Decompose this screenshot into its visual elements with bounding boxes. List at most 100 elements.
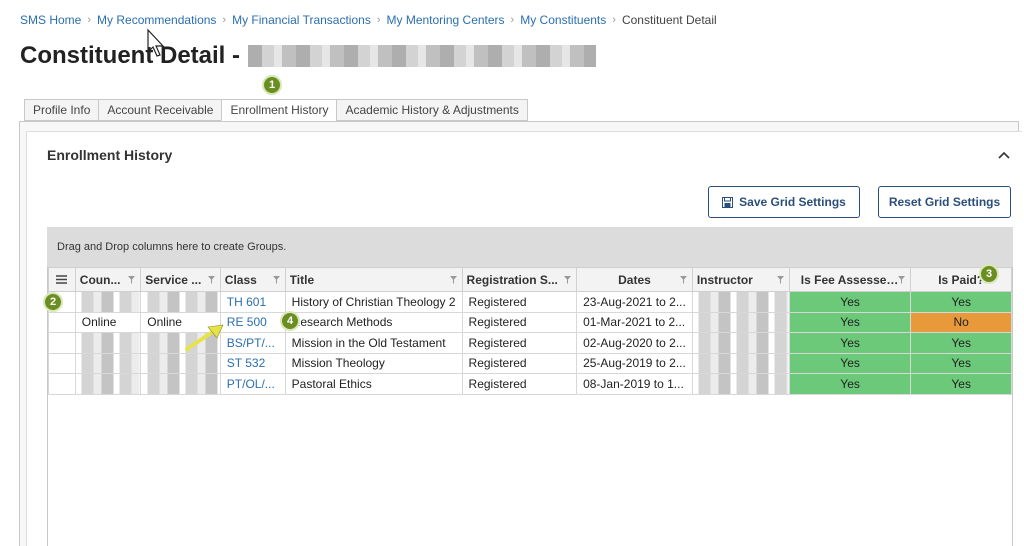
page-title: Constituent Detail - xyxy=(20,42,596,70)
annotation-badge-2: 2 xyxy=(43,292,63,312)
cell-service xyxy=(140,373,221,395)
save-grid-settings-button[interactable]: Save Grid Settings xyxy=(708,186,860,218)
cell-county: Online xyxy=(74,311,142,333)
redacted-name xyxy=(248,45,596,67)
column-header-county[interactable]: Coun... xyxy=(74,267,142,292)
cell-county xyxy=(74,352,142,374)
cell-dates: 25-Aug-2019 to 2... xyxy=(576,352,693,374)
breadcrumb-my-constituents[interactable]: My Constituents xyxy=(520,13,606,27)
breadcrumb-current: Constituent Detail xyxy=(621,13,717,27)
cell-county xyxy=(74,332,142,354)
cell-dates: 01-Mar-2021 to 2... xyxy=(576,311,693,333)
reset-grid-settings-button[interactable]: Reset Grid Settings xyxy=(878,186,1011,218)
cell-class-link[interactable]: RE 500 xyxy=(219,311,286,333)
column-menu-header[interactable] xyxy=(48,267,76,292)
table-row[interactable]: ST 532 Mission Theology Registered 25-Au… xyxy=(48,352,1012,374)
cell-title: Mission in the Old Testament xyxy=(284,332,463,354)
reset-grid-settings-label: Reset Grid Settings xyxy=(888,195,1001,209)
breadcrumb-my-financial-transactions[interactable]: My Financial Transactions xyxy=(232,13,371,27)
column-header-label: Is Fee Assessed? xyxy=(800,272,900,287)
filter-icon[interactable] xyxy=(207,276,215,284)
row-selector[interactable] xyxy=(48,352,76,374)
breadcrumb-separator: › xyxy=(222,14,227,26)
cell-paid: Yes xyxy=(910,291,1012,313)
table-header-row: Coun... Service ... Class Title Registra… xyxy=(48,267,1012,292)
row-selector[interactable] xyxy=(48,311,76,333)
column-header-label: Service ... xyxy=(145,272,202,287)
cell-fee-assessed: Yes xyxy=(788,373,912,395)
tab-academic-history[interactable]: Academic History & Adjustments xyxy=(336,99,528,121)
page-title-text: Constituent Detail - xyxy=(20,42,240,69)
menu-icon[interactable] xyxy=(56,274,68,284)
filter-icon[interactable] xyxy=(898,276,906,284)
column-header-label: Class xyxy=(224,272,257,287)
enrollment-grid: Coun... Service ... Class Title Registra… xyxy=(47,267,1013,546)
group-drop-zone[interactable]: Drag and Drop columns here to create Gro… xyxy=(47,227,1013,267)
breadcrumb-my-mentoring-centers[interactable]: My Mentoring Centers xyxy=(387,13,505,27)
row-selector[interactable] xyxy=(48,332,76,354)
cell-registration: Registered xyxy=(461,373,578,395)
filter-icon[interactable] xyxy=(679,276,687,284)
cell-class-link[interactable]: TH 601 xyxy=(219,291,286,313)
filter-icon[interactable] xyxy=(272,276,280,284)
cell-instructor xyxy=(691,291,790,313)
cell-registration: Registered xyxy=(461,291,578,313)
row-selector[interactable] xyxy=(48,373,76,395)
table-row[interactable]: TH 601 History of Christian Theology 2 R… xyxy=(48,291,1012,313)
filter-icon[interactable] xyxy=(776,276,784,284)
cell-county xyxy=(74,373,142,395)
column-header-dates[interactable]: Dates xyxy=(576,267,693,292)
cell-class-link[interactable]: PT/OL/... xyxy=(219,373,286,395)
filter-icon[interactable] xyxy=(564,276,572,284)
cell-service xyxy=(140,352,221,374)
tab-account-receivable[interactable]: Account Receivable xyxy=(98,99,222,121)
breadcrumb-my-recommendations[interactable]: My Recommendations xyxy=(97,13,216,27)
column-header-registration[interactable]: Registration S... xyxy=(461,267,578,292)
cell-title: Mission Theology xyxy=(284,352,463,374)
annotation-badge-4: 4 xyxy=(280,311,300,331)
chevron-up-icon[interactable] xyxy=(998,150,1010,160)
tab-profile-info[interactable]: Profile Info xyxy=(24,99,99,121)
cell-class-link[interactable]: BS/PT/... xyxy=(219,332,286,354)
save-grid-settings-label: Save Grid Settings xyxy=(739,195,846,209)
column-header-label: Coun... xyxy=(79,272,121,287)
annotation-badge-1: 1 xyxy=(262,75,282,95)
column-header-class[interactable]: Class xyxy=(219,267,286,292)
annotation-arrow-icon xyxy=(185,324,224,351)
section-title: Enrollment History xyxy=(47,147,173,163)
column-header-service[interactable]: Service ... xyxy=(140,267,221,292)
cell-instructor xyxy=(691,373,790,395)
cell-registration: Registered xyxy=(461,352,578,374)
cell-instructor xyxy=(691,352,790,374)
column-header-fee-assessed[interactable]: Is Fee Assessed? xyxy=(788,267,912,292)
table-row[interactable]: PT/OL/... Pastoral Ethics Registered 08-… xyxy=(48,373,1012,395)
tab-enrollment-history[interactable]: Enrollment History xyxy=(221,99,337,121)
cell-fee-assessed: Yes xyxy=(788,352,912,374)
save-icon xyxy=(722,196,734,208)
cell-paid: Yes xyxy=(910,352,1012,374)
filter-icon[interactable] xyxy=(128,276,136,284)
cell-fee-assessed: Yes xyxy=(788,311,912,333)
cell-class-link[interactable]: ST 532 xyxy=(219,352,286,374)
breadcrumb-separator: › xyxy=(87,14,92,26)
breadcrumb-sms-home[interactable]: SMS Home xyxy=(20,13,81,27)
cell-title: Research Methods xyxy=(284,311,463,333)
column-header-title[interactable]: Title xyxy=(284,267,463,292)
cell-instructor xyxy=(691,311,790,333)
cell-dates: 02-Aug-2020 to 2... xyxy=(576,332,693,354)
column-header-label: Registration S... xyxy=(466,272,558,287)
cell-paid: Yes xyxy=(910,332,1012,354)
column-header-label: Instructor xyxy=(696,272,753,287)
column-header-label: Title xyxy=(289,272,315,287)
cell-title: History of Christian Theology 2 xyxy=(284,291,463,313)
column-header-label: Dates xyxy=(618,272,651,287)
annotation-badge-3: 3 xyxy=(979,264,999,284)
filter-icon[interactable] xyxy=(449,276,457,284)
cell-title: Pastoral Ethics xyxy=(284,373,463,395)
breadcrumb-separator: › xyxy=(376,14,381,26)
column-header-instructor[interactable]: Instructor xyxy=(691,267,790,292)
breadcrumb: SMS Home › My Recommendations › My Finan… xyxy=(20,13,717,27)
breadcrumb-separator: › xyxy=(510,14,515,26)
tab-bar: Profile Info Account Receivable Enrollme… xyxy=(24,99,528,121)
cell-registration: Registered xyxy=(461,332,578,354)
